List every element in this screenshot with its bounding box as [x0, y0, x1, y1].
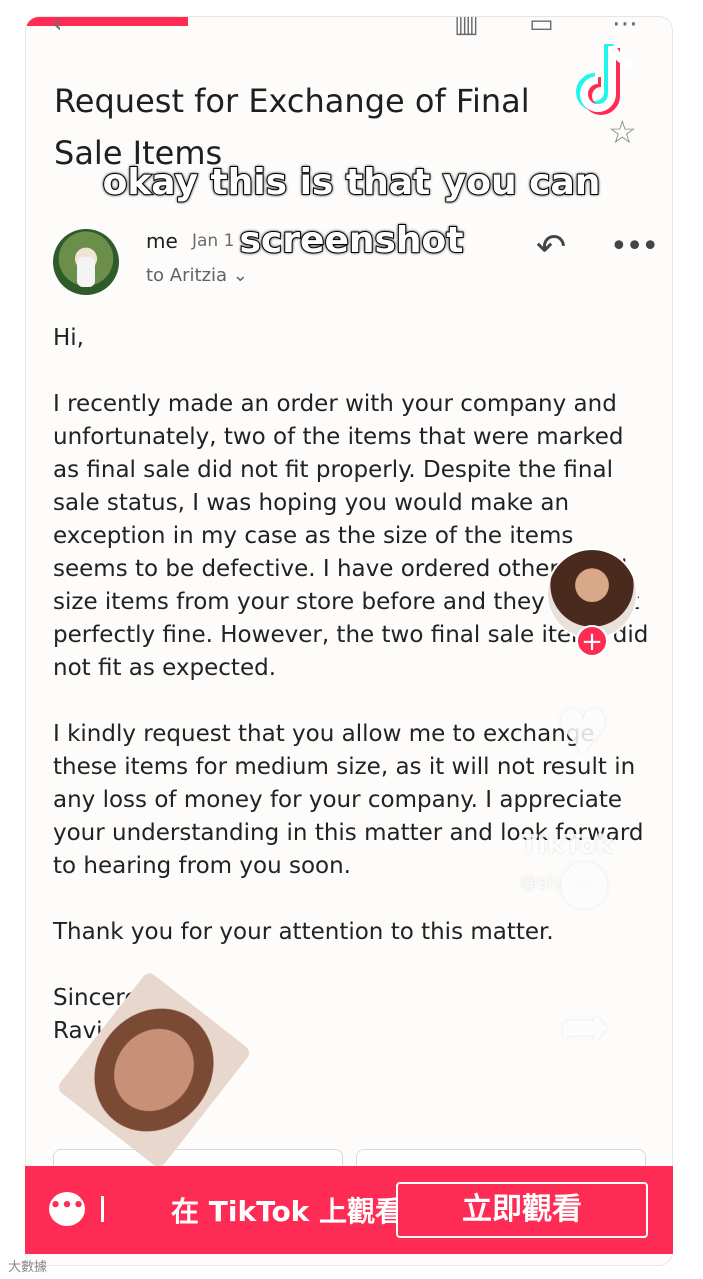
heart-icon[interactable]: ♥ — [556, 698, 610, 768]
corner-watermark: 大數據 — [8, 1260, 48, 1275]
tiktok-logo-icon — [576, 44, 635, 115]
follow-plus-icon[interactable]: + — [576, 625, 608, 657]
watch-now-button[interactable]: 立即觀看 — [396, 1182, 648, 1238]
email-paragraph: I recently made an order with your compa… — [53, 391, 649, 681]
video-progress-bar — [26, 17, 188, 26]
trash-icon[interactable]: ▥ — [454, 17, 479, 39]
back-icon[interactable]: ‹ — [52, 17, 62, 39]
video-caption-line2: screenshot — [239, 219, 465, 262]
watch-on-tiktok-bar: ••• 在 TikTok 上觀看 立即觀看 — [25, 1166, 673, 1254]
mail-icon[interactable]: ▭ — [529, 17, 554, 39]
email-body: Hi, I recently made an order with your c… — [53, 322, 653, 1048]
more-top-icon[interactable]: ⋯ — [612, 17, 638, 39]
email-paragraph: Thank you for your attention to this mat… — [53, 919, 554, 945]
recipient-details[interactable]: to Aritzia ⌄ — [146, 265, 248, 286]
share-icon[interactable]: ➦ — [560, 992, 610, 1062]
comment-bubble-icon[interactable]: ••• — [49, 1192, 85, 1226]
video-caption-line1: okay this is that you can — [102, 161, 602, 204]
divider — [101, 1196, 104, 1222]
comment-icon[interactable]: ● — [558, 846, 610, 916]
watch-on-tiktok-text: 在 TikTok 上觀看 — [171, 1195, 404, 1228]
email-greeting: Hi, — [53, 325, 84, 351]
